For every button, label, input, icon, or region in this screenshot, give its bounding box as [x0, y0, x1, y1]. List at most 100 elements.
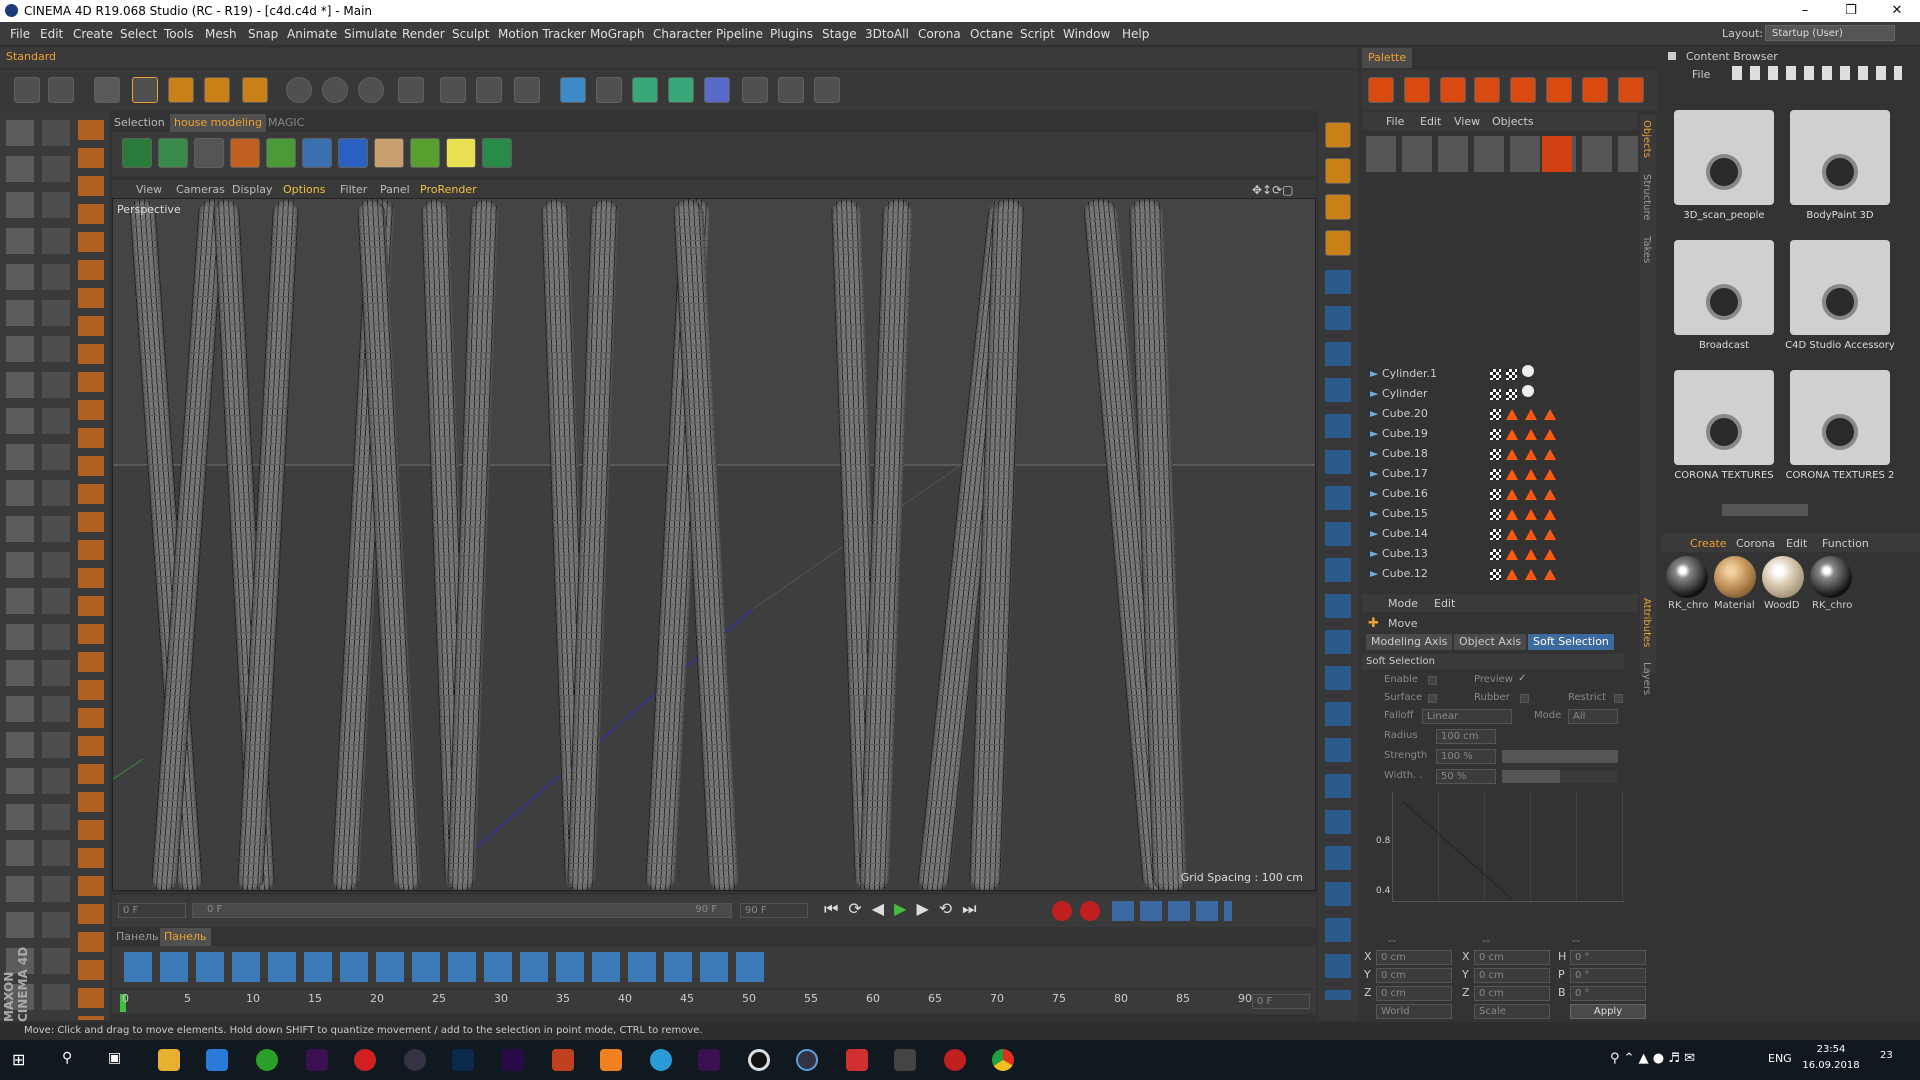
folder-icon[interactable] [1674, 370, 1774, 465]
object-row[interactable]: ► Cylinder.1 [1370, 364, 1618, 383]
minimize-button[interactable]: – [1782, 0, 1828, 22]
premiere-icon[interactable] [306, 1049, 328, 1071]
cinema4d-active-icon[interactable] [796, 1049, 818, 1071]
house-icon[interactable] [122, 138, 152, 168]
modeling-tools-column[interactable] [6, 120, 34, 1020]
menu-mograph[interactable]: MoGraph [590, 27, 645, 41]
spline-primitives-column[interactable] [1325, 270, 1351, 1000]
opera-icon[interactable] [354, 1049, 376, 1071]
photoshop-icon[interactable] [452, 1049, 474, 1071]
rope-strand[interactable] [916, 199, 1026, 890]
selection-tools-column[interactable] [42, 120, 70, 1020]
corona-sun-icon[interactable] [1404, 77, 1430, 103]
chrome-icon[interactable] [992, 1049, 1014, 1071]
vp-menu-display[interactable]: Display [232, 183, 273, 196]
frame-ruler[interactable]: 0 5 10 15 20 25 30 35 40 45 50 55 60 65 … [112, 990, 1316, 1014]
vp-menu-options[interactable]: Options [283, 183, 325, 196]
playback-buttons[interactable]: ⏮⟳◀▶▶⟲⏭ [824, 899, 987, 919]
menu-file[interactable]: File [10, 27, 30, 41]
position-x-field[interactable]: 0 cm [1376, 950, 1452, 965]
width-field[interactable]: 50 % [1436, 769, 1496, 784]
enable-checkbox[interactable] [1428, 676, 1437, 685]
heat-map-icon[interactable] [1542, 136, 1572, 172]
width-slider[interactable] [1502, 770, 1618, 783]
menu-plugins[interactable]: Plugins [770, 27, 813, 41]
cb-nav-icons[interactable] [1732, 66, 1902, 80]
file-explorer-icon[interactable] [158, 1049, 180, 1071]
menu-select[interactable]: Select [120, 27, 157, 41]
rope-strand[interactable] [128, 199, 226, 890]
attr-menu-mode[interactable]: Mode [1388, 597, 1418, 610]
object-row[interactable]: ► Cube.20 [1370, 404, 1618, 423]
building-icon[interactable] [158, 138, 188, 168]
om-menu-file[interactable]: File [1386, 115, 1404, 128]
rope-strand[interactable] [644, 199, 740, 890]
spline-arc-icon[interactable] [1325, 230, 1351, 256]
position-z-field[interactable]: 0 cm [1376, 986, 1452, 1001]
powerpoint-icon[interactable] [552, 1049, 574, 1071]
rope-strand[interactable] [830, 199, 914, 890]
falloff-select[interactable]: Linear [1422, 709, 1512, 724]
object-row[interactable]: ► Cube.16 [1370, 484, 1618, 503]
cloner-icon[interactable] [668, 77, 694, 103]
falloff-graph[interactable] [1392, 792, 1624, 902]
object-row[interactable]: ► Cylinder [1370, 384, 1618, 403]
apply-button[interactable]: Apply [1570, 1004, 1646, 1019]
rubber-checkbox[interactable] [1520, 694, 1529, 703]
side-tab-attributes[interactable]: Attributes [1641, 598, 1652, 647]
menu-help[interactable]: Help [1122, 27, 1149, 41]
side-tab-structure[interactable]: Structure [1641, 174, 1652, 221]
system-tray-icons[interactable]: ⚲ ⌃ ▲ ● ♬ ✉ [1610, 1051, 1695, 1066]
rope-strand[interactable] [420, 199, 500, 890]
camera-icon[interactable] [778, 77, 804, 103]
perspective-viewport[interactable]: Perspective Grid Spacing : 100 cm [112, 198, 1316, 891]
spline-pen-icon[interactable] [1325, 122, 1351, 148]
menu-mesh[interactable]: Mesh [205, 27, 237, 41]
menu-corona[interactable]: Corona [918, 27, 961, 41]
material-swatch[interactable] [1714, 556, 1756, 598]
material-swatch[interactable] [1762, 556, 1804, 598]
rotation-p-field[interactable]: 0 ° [1570, 968, 1646, 983]
corona-ipr-icon[interactable] [1618, 77, 1644, 103]
store-icon[interactable] [206, 1049, 228, 1071]
davinci-icon[interactable] [846, 1049, 868, 1071]
menu-script[interactable]: Script [1020, 27, 1055, 41]
object-row[interactable]: ► Cube.18 [1370, 444, 1618, 463]
menu-stage[interactable]: Stage [822, 27, 857, 41]
palette-tab[interactable]: Palette [1362, 48, 1412, 68]
strength-field[interactable]: 100 % [1436, 749, 1496, 764]
timeline-range-slider[interactable]: 0 F 90 F [192, 903, 732, 918]
viewport-nav-icon[interactable]: ✥↕⟳▢ [1252, 183, 1294, 197]
size-y-field[interactable]: 0 cm [1474, 968, 1550, 983]
vp-menu-panel[interactable]: Panel [380, 183, 410, 196]
cinema4d-task-icon[interactable] [404, 1049, 426, 1071]
size-z-field[interactable]: 0 cm [1474, 986, 1550, 1001]
spline-smooth-icon[interactable] [1325, 194, 1351, 220]
language-indicator[interactable]: ENG [1768, 1052, 1792, 1065]
render-picture-viewer-icon[interactable] [476, 77, 502, 103]
whatsapp-icon[interactable] [256, 1049, 278, 1071]
tab-panel-2[interactable]: Панель [160, 928, 211, 946]
flower-icon[interactable] [446, 138, 476, 168]
layout-select[interactable]: Startup (User) [1765, 25, 1895, 41]
current-frame-field[interactable]: 0 F [1252, 994, 1310, 1009]
select-tool-icon[interactable] [94, 77, 120, 103]
z-axis-icon[interactable] [358, 77, 384, 103]
wood-icon[interactable] [374, 138, 404, 168]
material-swatch[interactable] [1810, 556, 1852, 598]
pen-spline-icon[interactable] [596, 77, 622, 103]
autokey-icon[interactable] [1080, 901, 1100, 921]
windows-start-icon[interactable]: ⊞ [12, 1050, 25, 1069]
side-tab-takes[interactable]: Takes [1641, 236, 1652, 263]
size-x-field[interactable]: 0 cm [1474, 950, 1550, 965]
menu-simulate[interactable]: Simulate [344, 27, 397, 41]
gear-icon[interactable] [410, 138, 440, 168]
tab-selection[interactable]: Selection [114, 116, 165, 129]
menu-character[interactable]: Character [653, 27, 712, 41]
menu-tools[interactable]: Tools [164, 27, 194, 41]
record-keyframe-icon[interactable] [1052, 901, 1072, 921]
clock-time[interactable]: 23:54 [1806, 1044, 1856, 1055]
object-row[interactable]: ► Cube.12 [1370, 564, 1618, 583]
subdivision-icon[interactable] [632, 77, 658, 103]
folder-icon[interactable] [1790, 370, 1890, 465]
